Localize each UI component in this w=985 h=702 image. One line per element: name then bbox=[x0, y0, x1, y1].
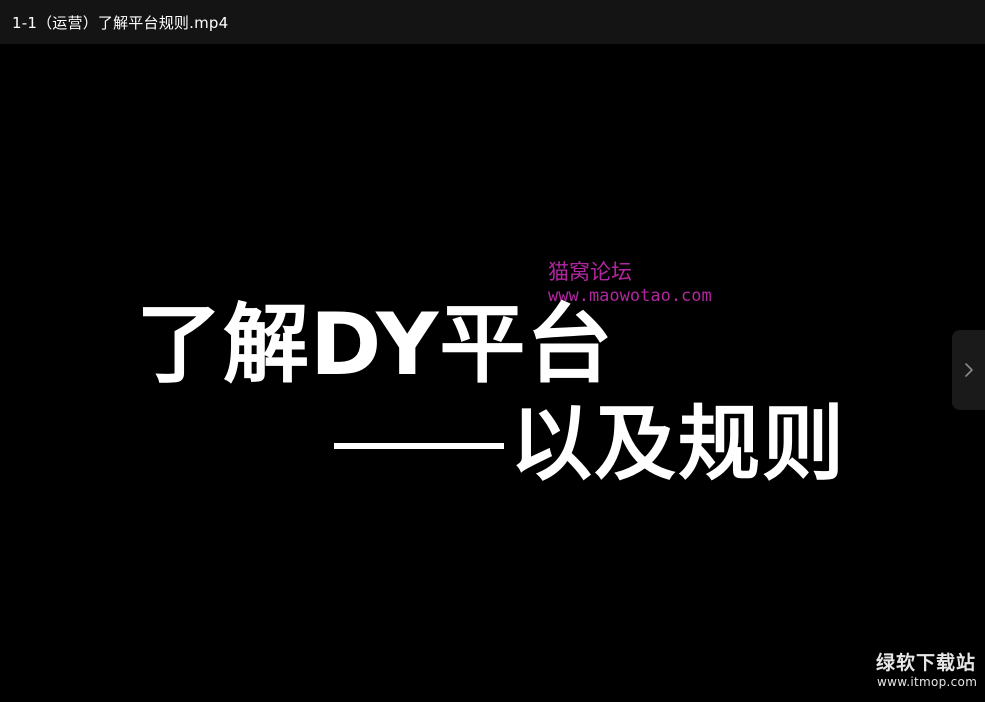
corner-watermark-brand: 绿软下载站 bbox=[876, 652, 977, 674]
video-player-window: 1-1（运营）了解平台规则.mp4 猫窝论坛 www.maowotao.com … bbox=[0, 0, 985, 702]
watermark-site-name: 猫窝论坛 bbox=[548, 260, 632, 284]
video-title: 1-1（运营）了解平台规则.mp4 bbox=[12, 13, 229, 32]
corner-watermark-url: www.itmop.com bbox=[877, 675, 978, 689]
video-frame[interactable]: 猫窝论坛 www.maowotao.com 了解DY平台 以及规则 绿软下载站 … bbox=[0, 44, 985, 702]
headline-line-2: 以及规则 bbox=[510, 397, 847, 492]
chevron-right-icon bbox=[964, 363, 973, 377]
title-bar: 1-1（运营）了解平台规则.mp4 bbox=[0, 0, 985, 44]
next-video-button[interactable] bbox=[952, 330, 985, 410]
headline-dash bbox=[334, 443, 504, 449]
headline-line-1: 了解DY平台 bbox=[136, 295, 614, 395]
